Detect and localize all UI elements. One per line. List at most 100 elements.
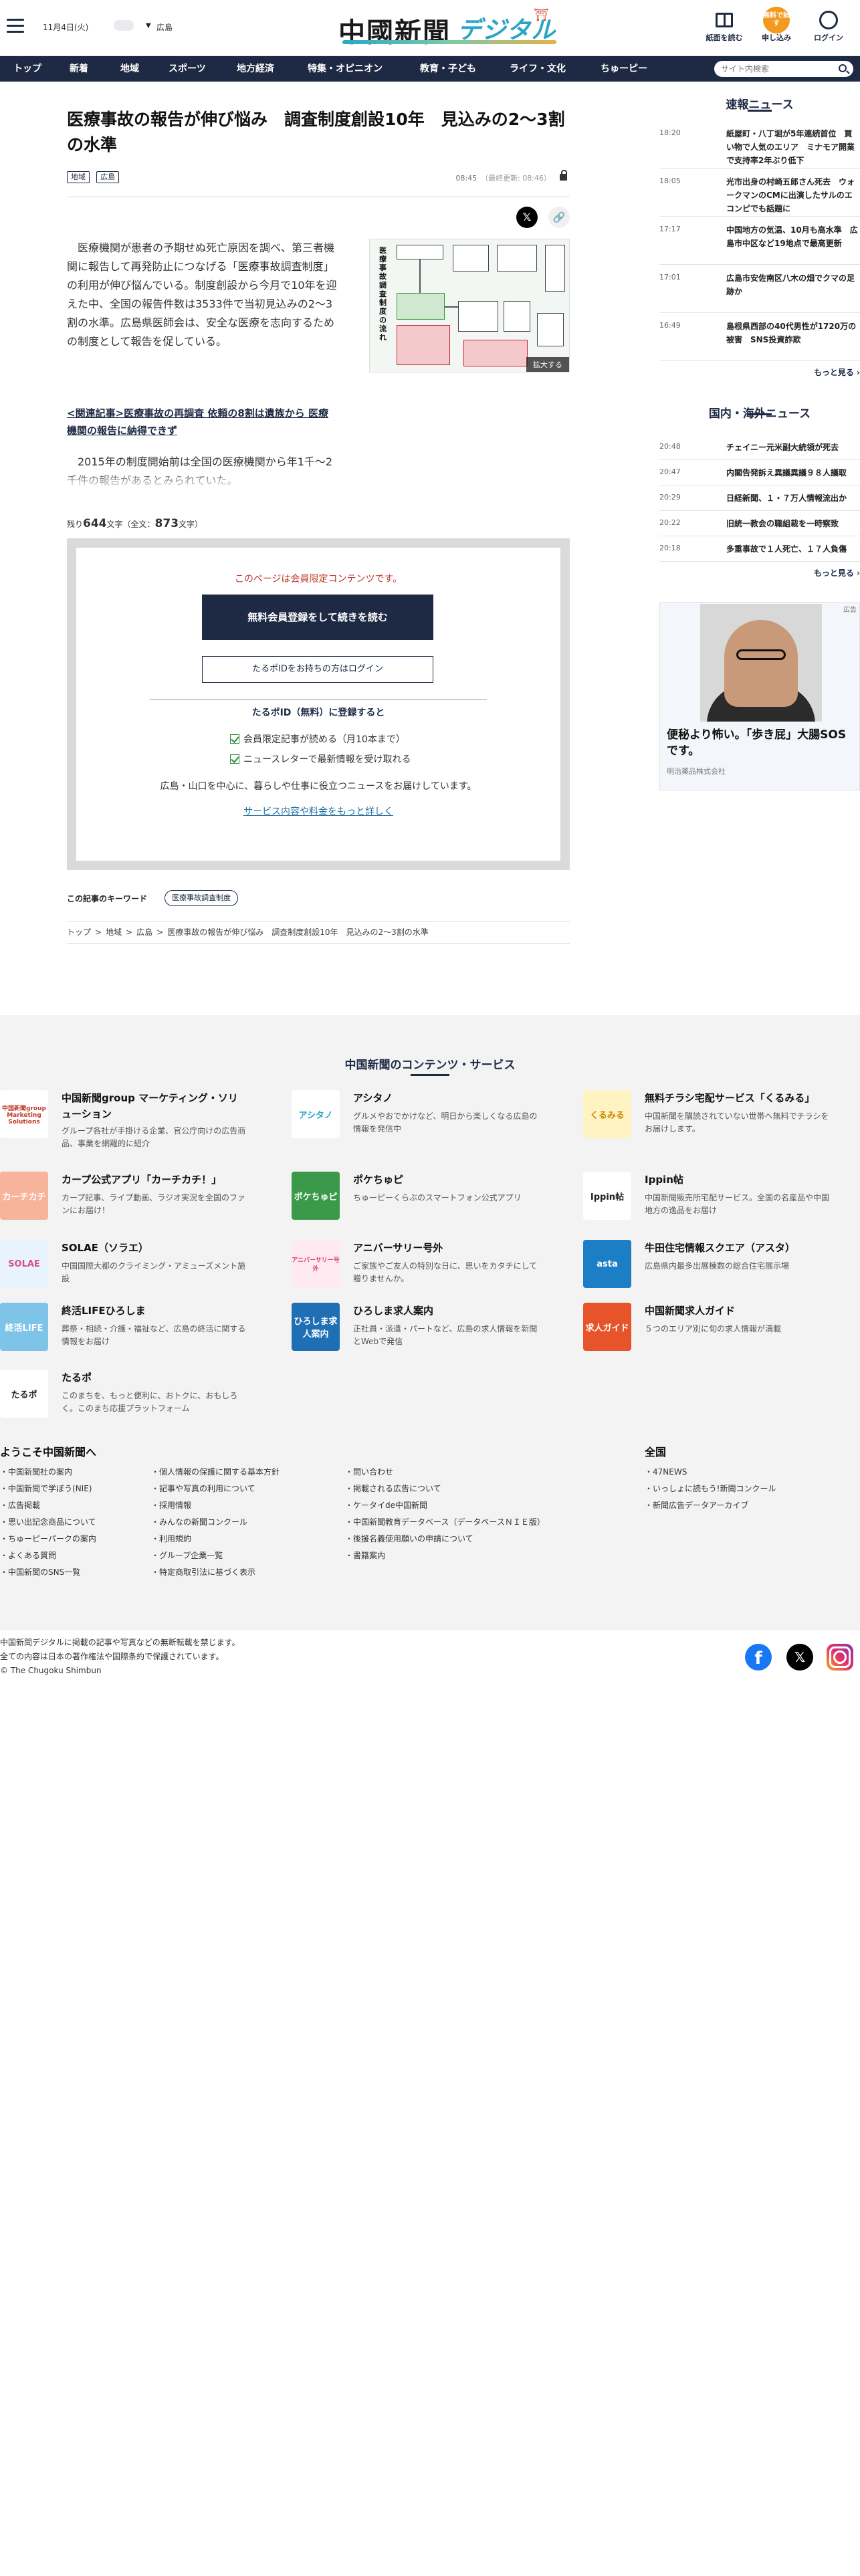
list-item[interactable]: 20:29 日経新聞、１・７万人情報流出か <box>659 486 860 511</box>
nav-opinion[interactable]: 特集・オピニオン <box>308 56 383 82</box>
footer-link[interactable]: 特定商取引法に基づく表示 <box>151 1566 255 1578</box>
more-national-link[interactable]: もっと見る › <box>659 562 860 584</box>
service-description: 中国新聞販売所宅配サービス。全国の名産品や中国地方の逸品をお届け <box>645 1193 830 1215</box>
footer-link[interactable]: よくある質問 <box>0 1549 56 1561</box>
ad-banner[interactable]: 広告 便秘より怖い。「歩き屁」大腸SOSです。 明治薬品株式会社 <box>659 602 860 790</box>
tag-hiroshima[interactable]: 広島 <box>96 171 120 183</box>
service-title: アニバーサリー号外 <box>353 1242 443 1254</box>
services-section: 中国新聞のコンテンツ・サービス 中国新聞group Marketing Solu… <box>0 1015 860 1630</box>
footer-link[interactable]: 中国新聞社の案内 <box>0 1466 72 1477</box>
nav-latest[interactable]: 新着 <box>70 56 88 82</box>
chevron-down-icon[interactable]: ▼ <box>146 22 151 29</box>
list-item[interactable]: 20:48 チェイニー元米副大統領が死去 <box>659 435 860 460</box>
nav-economy[interactable]: 地方経済 <box>237 56 274 82</box>
nav-chupy[interactable]: ちゅーピー <box>601 56 647 82</box>
list-item[interactable]: 16:49 島根県西部の40代男性が1720万の被害 SNS投資詐欺 <box>659 313 860 361</box>
service-item[interactable]: asta 牛田住宅情報スクエア（アスタ） 広島県内最多出展棟数の総合住宅展示場 <box>583 1240 831 1300</box>
site-logo[interactable]: 中國新聞 デジタル ⛩ <box>338 7 559 48</box>
service-item[interactable]: 中国新聞group Marketing Solutions 中国新聞group マ… <box>0 1090 247 1150</box>
list-item[interactable]: 18:05 光市出身の村崎五郎さん死去 ウォークマンのCMに出演したサルのエコンピ… <box>659 169 860 217</box>
region-selector[interactable]: 広島 <box>156 21 173 33</box>
torii-icon: ⛩ <box>534 8 549 22</box>
footer-link[interactable]: 利用規約 <box>151 1533 191 1544</box>
footer-link[interactable]: 採用情報 <box>151 1499 191 1511</box>
footer-link[interactable]: 中国新聞のSNS一覧 <box>0 1566 80 1578</box>
welcome-heading: ようこそ中国新聞へ <box>0 1446 97 1459</box>
login-button[interactable]: ログイン <box>805 8 852 43</box>
list-item[interactable]: 20:47 内閣告発訴え異議異議９８人議取 <box>659 460 860 486</box>
service-item[interactable]: Ippin帖 Ippin帖 中国新聞販売所宅配サービス。全国の名産品や中国地方の逸品… <box>583 1172 831 1232</box>
service-item[interactable]: 終活LIFE 終活LIFEひろしま 葬祭・相続・介護・福祉など、広島の終活に関する情… <box>0 1303 247 1363</box>
service-title: ひろしま求人案内 <box>353 1305 434 1317</box>
service-item[interactable]: SOLAE SOLAE（ソラエ） 中国国際大都のクライミング・アミューズメント施設 <box>0 1240 247 1300</box>
list-item[interactable]: 17:17 中国地方の気温、10月も高水準 広島市中区など19地点で最高更新 <box>659 217 860 265</box>
more-breaking-link[interactable]: もっと見る › <box>659 361 860 384</box>
remaining-count: 644 <box>83 517 107 530</box>
breadcrumb-top[interactable]: トップ <box>67 928 91 937</box>
footer-link[interactable]: 掲載される広告について <box>345 1483 441 1494</box>
footer-link[interactable]: ちゅーピーパークの案内 <box>0 1533 96 1544</box>
members-only-note: このページは会員限定コンテンツです。 <box>234 574 403 584</box>
x-share-icon[interactable]: 𝕏 <box>516 207 538 228</box>
service-details-link[interactable]: サービス内容や料金をもっと詳しく <box>76 804 560 818</box>
enlarge-button[interactable]: 拡大する <box>526 357 569 372</box>
list-item[interactable]: 18:20 紙屋町・八丁堀が5年連続首位 買い物で人気のエリア ミナモア開業で支持… <box>659 120 860 169</box>
footer-link[interactable]: 思い出記念商品について <box>0 1516 96 1527</box>
copy-link-icon[interactable]: 🔗 <box>548 207 570 228</box>
footer-link[interactable]: グループ企業一覧 <box>151 1549 223 1561</box>
copyright: 中国新聞デジタルに掲載の記事や写真などの無断転載を禁じます。 全ての内容は日本の… <box>0 1638 240 1675</box>
footer-link[interactable]: 問い合わせ <box>345 1466 393 1477</box>
search-input[interactable] <box>714 61 853 77</box>
footer-link[interactable]: 中国新聞で学ぼう(NIE) <box>0 1483 92 1494</box>
footer-link[interactable]: ケータイde中国新聞 <box>345 1499 427 1511</box>
menu-icon[interactable] <box>7 19 24 33</box>
footer-link[interactable]: 記事や写真の利用について <box>151 1483 255 1494</box>
service-description: このまちを、もっと便利に、おトクに、おもしろく。このまち応援プラットフォーム <box>62 1391 238 1413</box>
service-item[interactable]: ひろしま求人案内 ひろしま求人案内 正社員・派遣・パートなど、広島の求人情報を新聞と… <box>292 1303 539 1363</box>
footer-link[interactable]: 新聞広告データアーカイブ <box>645 1499 748 1511</box>
service-item[interactable]: たるポ たるポ このまちを、もっと便利に、おトクに、おもしろく。このまち応援プラット… <box>0 1370 247 1430</box>
footer-link[interactable]: みんなの新聞コンクール <box>151 1516 247 1527</box>
breaking-news-heading: 速報ニュース <box>659 80 860 120</box>
article: 医療事故の報告が伸び悩み 調査制度創設10年 見込みの2～3割の水準 地域 広島… <box>67 107 570 944</box>
service-item[interactable]: ポケちゅピ ポケちゅピ ちゅーピーくらぶのスマートフォン公式アプリ <box>292 1172 539 1232</box>
service-item[interactable]: アニバーサリー号外 アニバーサリー号外 ご家族やご友人の特別な日に、思いをカタチにし… <box>292 1240 539 1300</box>
taropo-login-button[interactable]: たるポIDをお持ちの方はログイン <box>202 656 433 683</box>
nav-top[interactable]: トップ <box>13 56 41 82</box>
footer-link[interactable]: 中国新聞教育データベース（データベースＮＩＥ版） <box>345 1516 545 1527</box>
article-tags: 地域 広島 08:45 （最終更新: 08:46） <box>67 170 570 186</box>
footer-link[interactable]: 書籍案内 <box>345 1549 385 1561</box>
nav-region[interactable]: 地域 <box>120 56 139 82</box>
x-icon[interactable]: 𝕏 <box>786 1644 813 1671</box>
service-item[interactable]: アシタノ アシタノ グルメやおでかけなど、明日から楽しくなる広島の情報を発信中 <box>292 1090 539 1150</box>
footer-link[interactable]: 47NEWS <box>645 1466 687 1477</box>
subscribe-button[interactable]: 無料で試す 申し込み <box>753 7 800 43</box>
footer-link[interactable]: 後援名義使用願いの申請について <box>345 1533 473 1544</box>
tag-region[interactable]: 地域 <box>67 171 90 183</box>
service-item[interactable]: カーチカチ カープ公式アプリ「カーチカチ！」 カープ記事、ライブ動画、ラジオ実況を全… <box>0 1172 247 1232</box>
keyword-pill[interactable]: 医療事故調査制度 <box>165 890 238 906</box>
site-header: 11月4日(火) ▼ 広島 中國新聞 デジタル ⛩ 紙面を読む 無料で試す 申し… <box>0 0 860 56</box>
article-figure[interactable]: 医療事故調査制度の流れ 拡大する <box>369 239 570 372</box>
nav-education[interactable]: 教育・子ども <box>420 56 476 82</box>
read-paper-button[interactable]: 紙面を読む <box>701 8 748 43</box>
search-icon[interactable] <box>839 64 847 72</box>
list-item[interactable]: 20:18 多重事故で１人死亡、１７人負傷 <box>659 536 860 562</box>
breadcrumb-hiroshima[interactable]: 広島 <box>136 928 152 937</box>
list-item[interactable]: 17:01 広島市安佐南区八木の畑でクマの足跡か <box>659 265 860 313</box>
footer-link[interactable]: いっしょに読もう!新聞コンクール <box>645 1483 776 1494</box>
breadcrumb-region[interactable]: 地域 <box>106 928 122 937</box>
facebook-icon[interactable]: f <box>745 1644 772 1671</box>
register-button[interactable]: 無料会員登録をして続きを読む <box>202 595 433 640</box>
related-article-link[interactable]: <関連記事>医療事故の再調査 依頼の8割は遺族から 医療機関の報告に納得できず <box>67 405 337 439</box>
nav-sports[interactable]: スポーツ <box>169 56 206 82</box>
service-item[interactable]: くるみる 無料チラシ宅配サービス「くるみる」 中国新聞を購読されていない世帯へ無料で… <box>583 1090 831 1150</box>
service-item[interactable]: 求人ガイド 中国新聞求人ガイド ５つのエリア別に旬の求人情報が満載 <box>583 1303 831 1363</box>
service-title: 中国新聞求人ガイド <box>645 1305 736 1317</box>
footer-link[interactable]: 広告掲載 <box>0 1499 40 1511</box>
service-title: Ippin帖 <box>645 1174 683 1186</box>
nav-life[interactable]: ライフ・文化 <box>510 56 566 82</box>
footer-link[interactable]: 個人情報の保護に関する基本方針 <box>151 1466 280 1477</box>
list-item[interactable]: 20:22 旧統一教会の職組裁を一時察致 <box>659 511 860 536</box>
instagram-icon[interactable] <box>827 1644 853 1671</box>
